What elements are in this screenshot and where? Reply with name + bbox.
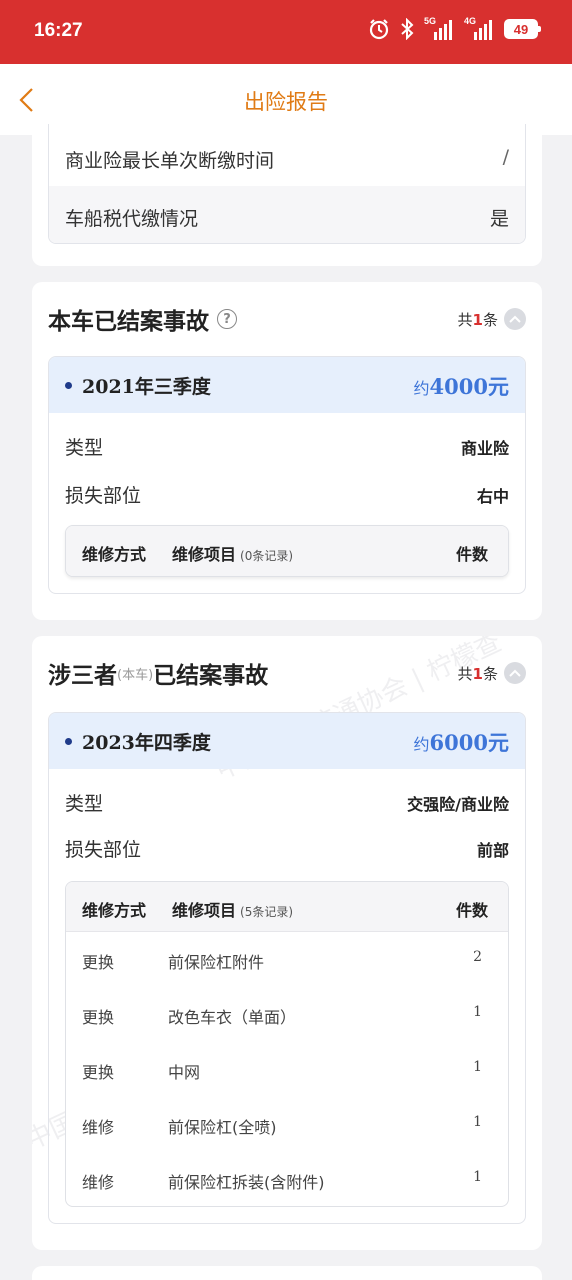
accident-amount: 约6000元 bbox=[413, 730, 509, 755]
section-title: 本车已结案事故 ? bbox=[48, 302, 237, 336]
accident-header[interactable]: 2021年三季度 约4000元 bbox=[49, 357, 525, 413]
status-icons: 5G 4G 49 bbox=[368, 16, 541, 40]
bullet-dot bbox=[65, 738, 72, 745]
table-row: 维修 前保险杠(全喷) 1 bbox=[82, 1114, 482, 1137]
repair-table: 维修方式 维修项目 (0条记录) 件数 bbox=[65, 525, 509, 577]
bluetooth-icon bbox=[400, 18, 414, 40]
accident-item: 2023年四季度 约6000元 类型 交强险/商业险 损失部位 前部 维修方式 … bbox=[48, 712, 526, 1224]
table-row: 更换 改色车衣（单面） 1 bbox=[82, 1004, 482, 1027]
repair-table-header: 维修方式 维修项目 (5条记录) 件数 bbox=[66, 882, 508, 932]
accident-item: 2021年三季度 约4000元 类型 商业险 损失部位 右中 维修方式 维修项目… bbox=[48, 356, 526, 594]
next-card bbox=[32, 1266, 542, 1280]
battery-icon: 49 bbox=[504, 19, 541, 39]
record-count[interactable]: 共1条 bbox=[458, 662, 526, 684]
signal-5g-icon: 5G bbox=[424, 16, 454, 40]
third-party-accidents-card: 中国汽车流通协会 | 柠檬查 中国汽车流通协会 | 柠檬查 涉三者(本车)已结案… bbox=[32, 636, 542, 1250]
status-time: 16:27 bbox=[34, 20, 83, 41]
alarm-icon bbox=[368, 18, 390, 40]
help-icon[interactable]: ? bbox=[217, 309, 237, 329]
signal-4g-icon: 4G bbox=[464, 16, 494, 40]
collapse-chevron-icon[interactable] bbox=[504, 662, 526, 684]
page-title: 出险报告 bbox=[244, 90, 328, 114]
repair-table-header: 维修方式 维修项目 (0条记录) 件数 bbox=[66, 526, 508, 576]
info-inner: 商业险最长单次断缴时间 / 车船税代缴情况 是 bbox=[48, 124, 526, 244]
record-count[interactable]: 共1条 bbox=[458, 308, 526, 330]
table-row: 更换 前保险杠附件 2 bbox=[82, 949, 482, 972]
own-vehicle-accidents-card: 本车已结案事故 ? 共1条 2021年三季度 约4000元 类型 商业险 损失部… bbox=[32, 282, 542, 620]
accident-amount: 约4000元 bbox=[413, 374, 509, 399]
section-title: 涉三者 (本车) 已结案事故 bbox=[48, 663, 269, 689]
collapse-chevron-icon[interactable] bbox=[504, 308, 526, 330]
info-card: 商业险最长单次断缴时间 / 车船税代缴情况 是 bbox=[32, 124, 542, 266]
status-bar: 16:27 5G 4G 49 bbox=[0, 0, 572, 64]
repair-table: 维修方式 维修项目 (5条记录) 件数 更换 前保险杠附件 2 更换 改色车衣（单… bbox=[65, 881, 509, 1207]
bullet-dot bbox=[65, 382, 72, 389]
accident-header[interactable]: 2023年四季度 约6000元 bbox=[49, 713, 525, 769]
table-row: 维修 前保险杠拆装(含附件) 1 bbox=[82, 1169, 482, 1192]
table-row: 更换 中网 1 bbox=[82, 1059, 482, 1082]
